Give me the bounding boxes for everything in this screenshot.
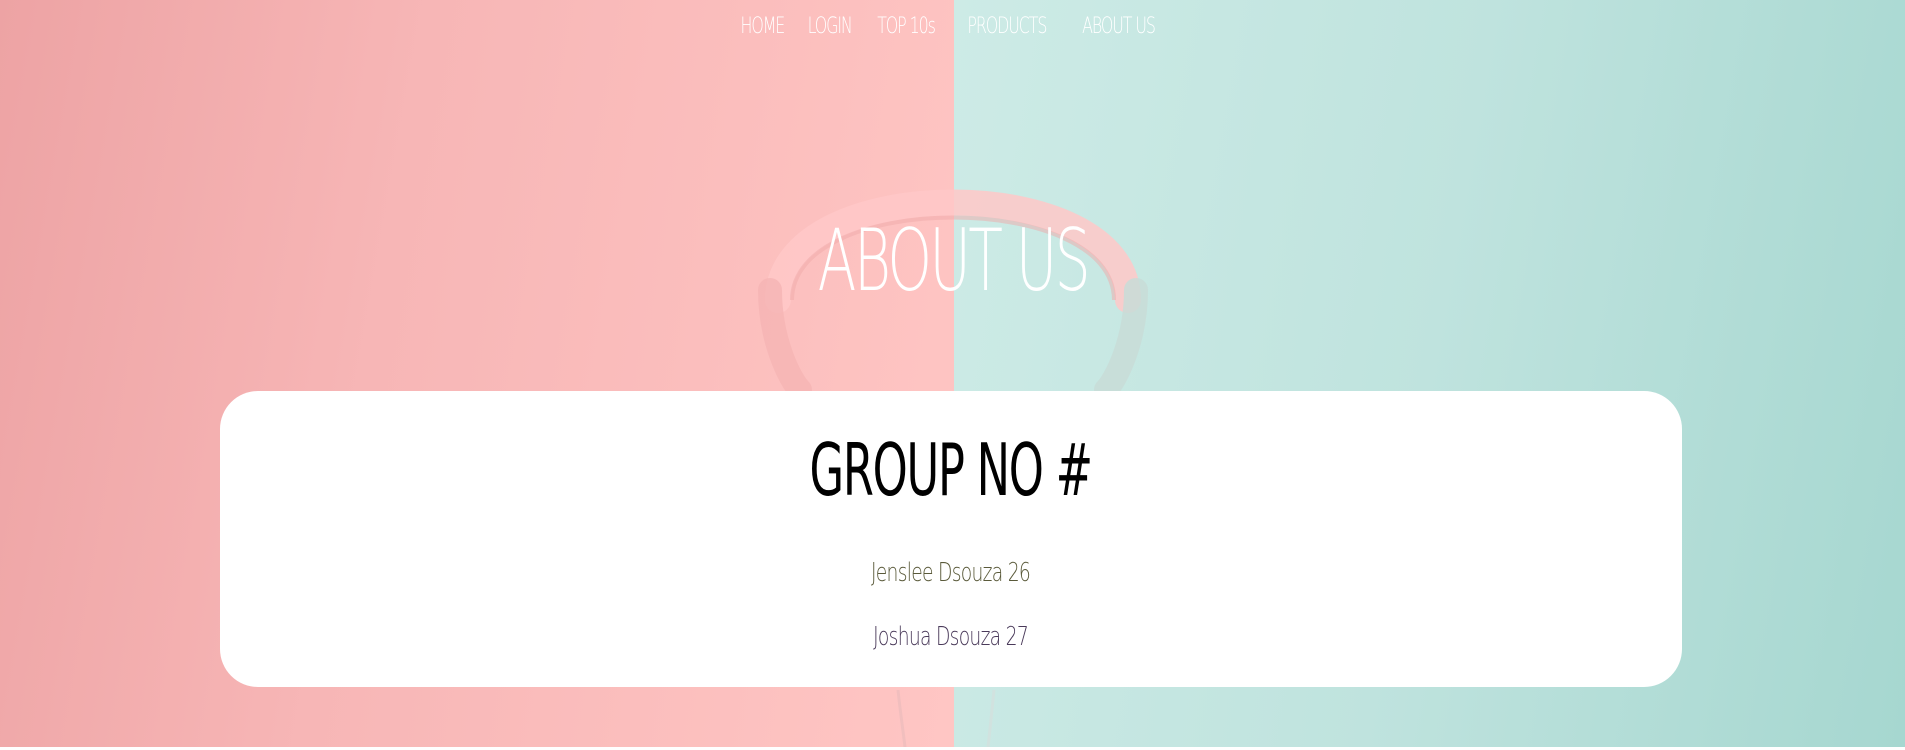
member-item: Jenslee Dsouza 26 <box>220 558 1682 588</box>
group-heading-text: GROUP NO # <box>809 428 1093 512</box>
nav-link-top10s[interactable]: TOP 10s <box>877 14 936 39</box>
nav-link-login[interactable]: LOGIN <box>807 14 852 39</box>
group-heading: GROUP NO # <box>220 428 1682 512</box>
page-title: ABOUT US <box>0 218 1905 304</box>
member-name: Jenslee Dsouza 26 <box>871 558 1031 588</box>
nav-link-products[interactable]: PRODUCTS <box>968 14 1048 39</box>
member-item: Joshua Dsouza 27 <box>220 622 1682 652</box>
nav-link-home[interactable]: HOME <box>741 14 786 39</box>
member-name: Joshua Dsouza 27 <box>873 622 1030 652</box>
group-info-card: GROUP NO # Jenslee Dsouza 26 Joshua Dsou… <box>220 391 1682 687</box>
main-navigation: HOME LOGIN TOP 10s PRODUCTS ABOUT US <box>0 14 1903 39</box>
nav-link-about-us[interactable]: ABOUT US <box>1082 14 1156 39</box>
hero-section: HOME LOGIN TOP 10s PRODUCTS ABOUT US ABO… <box>0 0 1905 747</box>
page-title-text: ABOUT US <box>817 211 1090 311</box>
